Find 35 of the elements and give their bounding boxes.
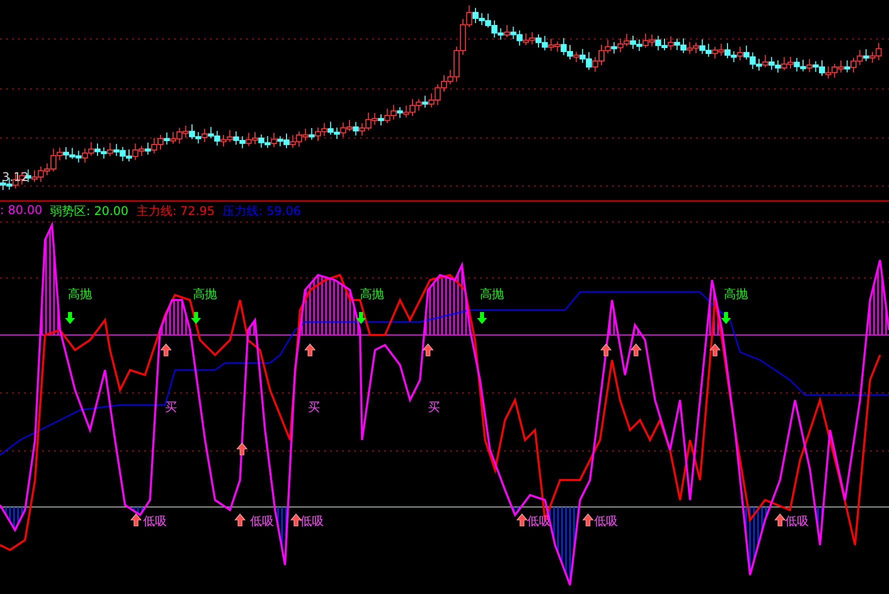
up-arrow-icon [236, 442, 248, 456]
up-arrow-icon [160, 344, 172, 356]
down-arrow-icon [191, 312, 201, 324]
dip-signal-label: 低吸 [250, 514, 274, 528]
dip-signal-label: 低吸 [785, 514, 809, 528]
buy-signal-label: 买 [165, 400, 177, 414]
up-arrow-icon [774, 514, 786, 526]
down-arrow-icon [356, 312, 366, 324]
buy-signal-label: 买 [428, 400, 440, 414]
dip-signal-label: 低吸 [300, 514, 324, 528]
dip-signal-label: 低吸 [143, 514, 167, 528]
buy-signal-label: 买 [308, 400, 320, 414]
up-arrow-icon [516, 514, 528, 526]
up-arrow-icon [290, 514, 302, 526]
dip-signal-label: 低吸 [594, 514, 618, 528]
down-arrow-icon [721, 312, 731, 324]
up-arrow-icon [234, 514, 246, 526]
sell-signal-label: 高抛 [724, 287, 748, 301]
indicator-value: 压力线: 59.06 [222, 203, 301, 220]
down-arrow-icon [65, 312, 75, 324]
indicator-value: : 80.00 [0, 203, 42, 219]
sell-signal-label: 高抛 [480, 287, 504, 301]
up-arrow-icon [630, 344, 642, 356]
sell-signal-label: 高抛 [68, 287, 92, 301]
up-arrow-icon [582, 514, 594, 526]
up-arrow-icon [600, 344, 612, 356]
indicator-value: 弱势区: 20.00 [50, 203, 128, 220]
up-arrow-icon [130, 514, 142, 526]
up-arrow-icon [709, 344, 721, 356]
down-arrow-icon [477, 312, 487, 324]
sell-signal-label: 高抛 [193, 287, 217, 301]
sell-signal-label: 高抛 [360, 287, 384, 301]
up-arrow-icon [304, 344, 316, 356]
indicator-value: 主力线: 72.95 [136, 203, 215, 220]
up-arrow-icon [422, 344, 434, 356]
